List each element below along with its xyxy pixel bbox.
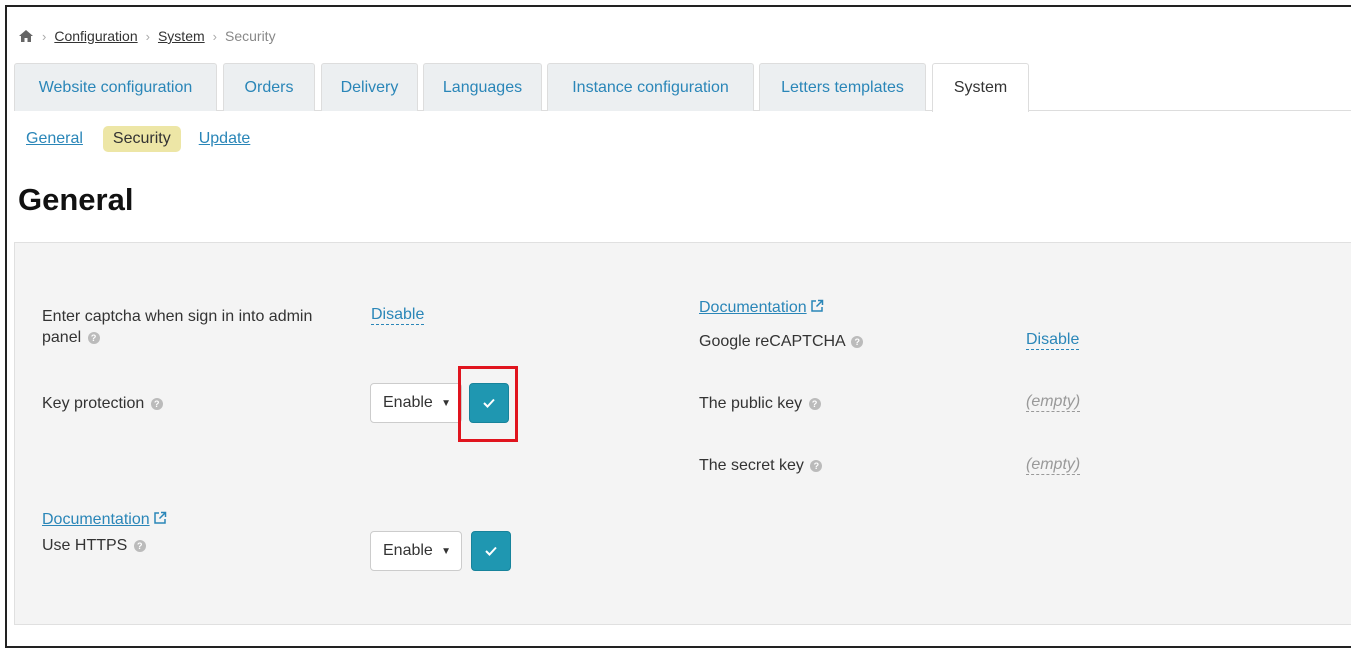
help-icon[interactable]: ? [87, 331, 100, 344]
https-label: Use HTTPS ? [42, 535, 146, 556]
tab-letters-templates[interactable]: Letters templates [759, 63, 926, 111]
https-label-text: Use HTTPS [42, 537, 128, 554]
recaptcha-label-text: Google reCAPTCHA [699, 333, 845, 350]
main-tabs: Website configuration Orders Delivery La… [14, 63, 1351, 112]
subnav-general[interactable]: General [26, 130, 83, 148]
tab-system[interactable]: System [932, 63, 1029, 112]
recaptcha-documentation-text: Documentation [699, 299, 807, 316]
external-link-icon [153, 511, 166, 524]
secret-key-value[interactable]: (empty) [1026, 455, 1081, 475]
breadcrumb-configuration[interactable]: Configuration [54, 28, 137, 44]
https-select[interactable]: Enable ▼ [370, 531, 462, 571]
secret-key-label-text: The secret key [699, 457, 804, 474]
captcha-label-line1: Enter captcha when sign in into admin [42, 308, 313, 325]
highlight-box [458, 366, 518, 442]
external-link-icon [810, 299, 823, 312]
page-title: General [18, 182, 134, 217]
help-icon[interactable]: ? [150, 397, 163, 410]
recaptcha-toggle[interactable]: Disable [1026, 330, 1080, 350]
tab-instance-configuration[interactable]: Instance configuration [547, 63, 754, 111]
help-icon[interactable]: ? [851, 335, 864, 348]
tab-website-configuration[interactable]: Website configuration [14, 63, 217, 111]
breadcrumb-separator: › [42, 28, 47, 44]
secret-key-label: The secret key ? [699, 455, 823, 476]
public-key-label-text: The public key [699, 395, 803, 412]
recaptcha-documentation-link[interactable]: Documentation [699, 299, 824, 317]
chevron-down-icon: ▼ [441, 546, 451, 557]
captcha-label: Enter captcha when sign in into admin pa… [42, 306, 312, 348]
settings-panel [14, 242, 1351, 625]
recaptcha-label: Google reCAPTCHA ? [699, 331, 864, 352]
home-icon[interactable] [18, 29, 34, 43]
help-icon[interactable]: ? [808, 397, 821, 410]
public-key-label: The public key ? [699, 393, 821, 414]
sub-navigation: General Security Update [26, 125, 250, 153]
captcha-toggle[interactable]: Disable [371, 305, 425, 325]
breadcrumb-separator: › [212, 28, 217, 44]
breadcrumb-system[interactable]: System [158, 28, 205, 44]
breadcrumb-security: Security [225, 28, 276, 44]
subnav-update[interactable]: Update [199, 130, 251, 148]
tab-orders[interactable]: Orders [223, 63, 315, 111]
https-confirm-button[interactable] [471, 531, 511, 571]
chevron-down-icon: ▼ [441, 398, 451, 409]
public-key-value[interactable]: (empty) [1026, 392, 1081, 412]
https-documentation-link[interactable]: Documentation [42, 511, 167, 529]
checkmark-icon [485, 546, 497, 556]
subnav-security[interactable]: Security [102, 126, 181, 152]
tab-languages[interactable]: Languages [423, 63, 542, 111]
https-selected: Enable [383, 542, 433, 559]
help-icon[interactable]: ? [810, 459, 823, 472]
https-documentation-text: Documentation [42, 511, 150, 528]
key-protection-select[interactable]: Enable ▼ [370, 383, 462, 423]
breadcrumb-separator: › [145, 28, 150, 44]
key-protection-selected: Enable [383, 394, 433, 411]
breadcrumb: › Configuration › System › Security [18, 26, 276, 46]
key-protection-label: Key protection ? [42, 393, 163, 414]
key-protection-label-text: Key protection [42, 395, 145, 412]
tab-delivery[interactable]: Delivery [321, 63, 418, 111]
help-icon[interactable]: ? [133, 539, 146, 552]
captcha-label-line2: panel [42, 329, 82, 346]
